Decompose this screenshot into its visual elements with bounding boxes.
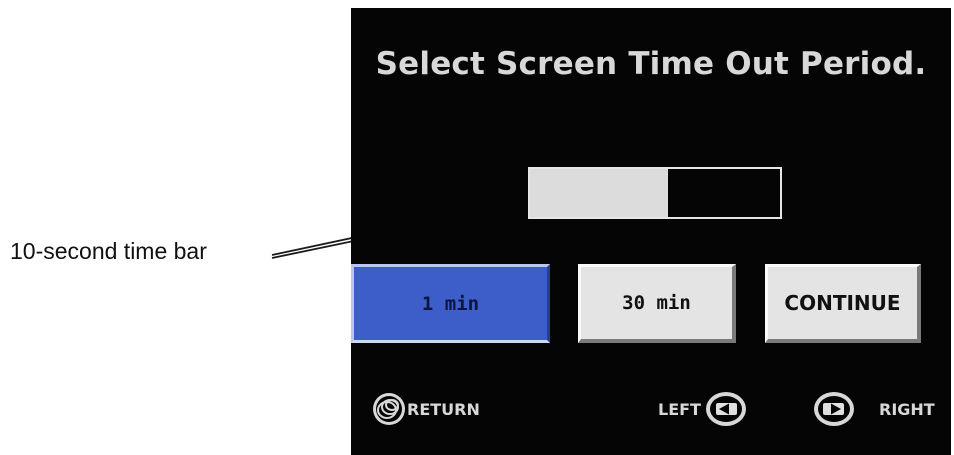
- return-icon[interactable]: [371, 391, 407, 427]
- one-min-label: 1 min: [421, 292, 480, 315]
- thirty-min-label: 30 min: [622, 292, 691, 314]
- left-arrow-icon[interactable]: [705, 391, 747, 427]
- figure: 10-second time bar Select Screen Time Ou…: [0, 0, 954, 455]
- time-bar: [528, 167, 782, 219]
- continue-button[interactable]: CONTINUE: [765, 264, 921, 343]
- right-label: RIGHT: [879, 400, 935, 419]
- return-label: RETURN: [407, 400, 480, 419]
- continue-label: CONTINUE: [784, 291, 901, 315]
- one-min-button[interactable]: 1 min: [351, 264, 550, 343]
- time-bar-fill: [530, 169, 668, 217]
- annotation-label: 10-second time bar: [10, 238, 207, 264]
- device-screen: Select Screen Time Out Period. 1 min 30 …: [351, 8, 951, 455]
- left-label: LEFT: [658, 400, 701, 419]
- right-arrow-icon[interactable]: [813, 391, 855, 427]
- screen-title: Select Screen Time Out Period.: [375, 46, 927, 82]
- thirty-min-button[interactable]: 30 min: [578, 264, 736, 343]
